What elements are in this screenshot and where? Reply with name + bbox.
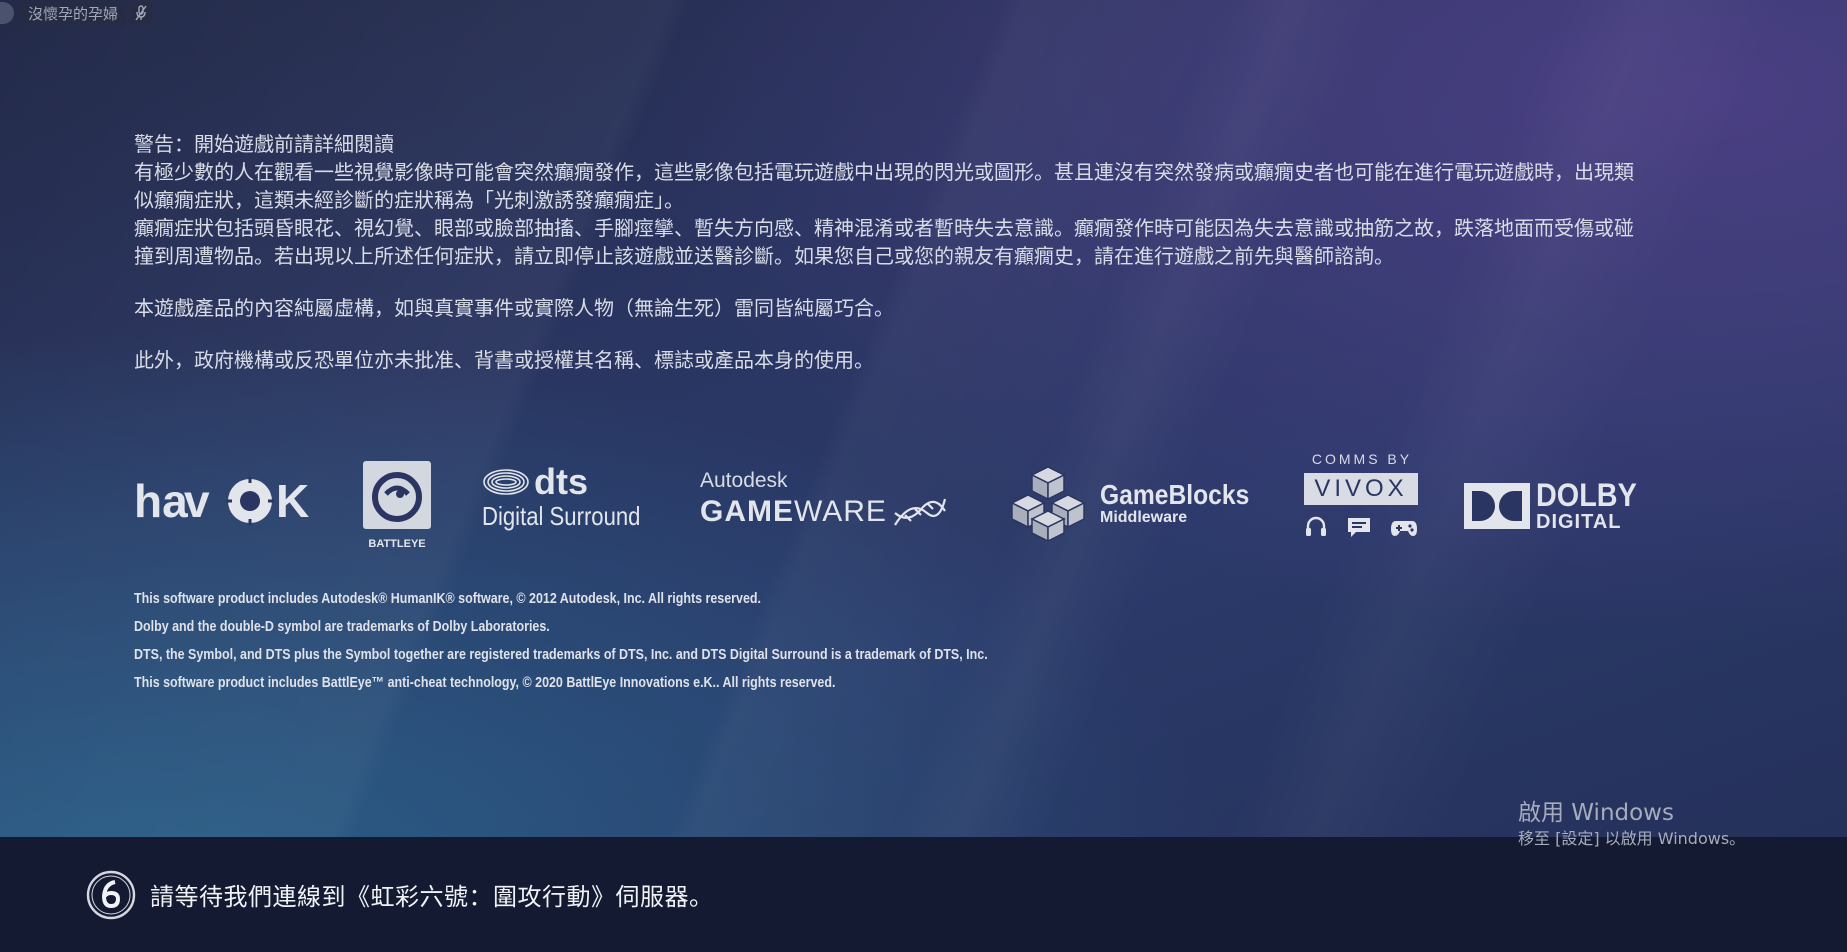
dts-subtitle: Digital Surround bbox=[482, 501, 641, 531]
gameblocks-wordmark: GameBlocks bbox=[1100, 479, 1250, 510]
gameware-wordmark-a: GAME bbox=[700, 495, 794, 528]
voice-overlay: 沒懷孕的孕婦 bbox=[0, 0, 153, 26]
windows-activation-watermark: 啟用 Windows 移至 [設定] 以啟用 Windows。 bbox=[1518, 798, 1745, 850]
headset-icon bbox=[1306, 516, 1326, 536]
warning-paragraph-4: 此外，政府機構或反恐單位亦未批准、背書或授權其名稱、標誌或產品本身的使用。 bbox=[134, 348, 874, 372]
windows-activation-title: 啟用 Windows bbox=[1518, 800, 1674, 826]
vivox-wordmark: VIVOX bbox=[1304, 473, 1418, 505]
connection-message: 請等待我們連線到《虹彩六號：圍攻行動》伺服器。 bbox=[150, 883, 714, 911]
avatar bbox=[0, 2, 14, 24]
gameblocks-subtitle: Middleware bbox=[1100, 509, 1188, 526]
rainbow-six-logo-icon bbox=[86, 870, 136, 919]
legal-line-battleye: This software product includes BattlEye™… bbox=[134, 675, 836, 691]
voice-username: 沒懷孕的孕婦 bbox=[20, 0, 127, 26]
dolby-digital-logo: DOLBY DIGITAL bbox=[1464, 479, 1664, 539]
warning-title: 警告：開始遊戲前請詳細閱讀 bbox=[134, 132, 394, 156]
microphone-muted-icon[interactable] bbox=[130, 2, 153, 24]
gameblocks-logo: GameBlocks Middleware bbox=[1010, 465, 1270, 545]
autodesk-gameware-logo: Autodesk GAME WARE bbox=[700, 469, 970, 549]
dts-symbol-icon bbox=[483, 469, 529, 495]
legal-line-autodesk: This software product includes Autodesk®… bbox=[134, 591, 761, 607]
svg-text:v: v bbox=[184, 475, 210, 527]
warning-paragraph-2: 癲癇症狀包括頭昏眼花、視幻覺、眼部或臉部抽搐、手腳痙攣、暫失方向感、精神混淆或者… bbox=[134, 216, 1634, 268]
battleye-label: BATTLEYE bbox=[368, 538, 426, 550]
legal-line-dolby: Dolby and the double-D symbol are tradem… bbox=[134, 619, 550, 635]
warning-paragraph-3: 本遊戲產品的內容純屬虛構，如與真實事件或實際人物（無論生死）雷同皆純屬巧合。 bbox=[134, 296, 894, 320]
gamepad-icon bbox=[1391, 521, 1417, 536]
gameware-wordmark-b: WARE bbox=[794, 495, 887, 528]
battleye-logo: BATTLEYE bbox=[362, 460, 432, 552]
havok-logo: ha v K bbox=[134, 473, 314, 533]
dts-wordmark: dts bbox=[534, 461, 588, 502]
windows-activation-subtitle: 移至 [設定] 以啟用 Windows。 bbox=[1518, 829, 1746, 848]
dolby-double-d-icon bbox=[1464, 483, 1530, 529]
cubes-icon bbox=[1010, 466, 1086, 541]
connection-status-bar: 請等待我們連線到《虹彩六號：圍攻行動》伺服器。 bbox=[0, 837, 1847, 952]
autodesk-wordmark: Autodesk bbox=[700, 469, 788, 492]
havok-wordmark: ha bbox=[134, 475, 188, 527]
legal-notices: This software product includes Autodesk®… bbox=[134, 585, 988, 697]
dna-helix-icon bbox=[893, 498, 946, 526]
svg-text:K: K bbox=[276, 475, 309, 527]
dts-logo: dts Digital Surround bbox=[482, 461, 662, 545]
health-warning: 警告：開始遊戲前請詳細閱讀 有極少數的人在觀看一些視覺影像時可能會突然癲癇發作，… bbox=[134, 130, 1634, 374]
legal-line-dts: DTS, the Symbol, and DTS plus the Symbol… bbox=[134, 647, 988, 663]
warning-paragraph-1: 有極少數的人在觀看一些視覺影像時可能會突然癲癇發作，這些影像包括電玩遊戲中出現的… bbox=[134, 160, 1634, 212]
vivox-logo: COMMS BY VIVOX bbox=[1304, 451, 1424, 551]
dolby-subtitle: DIGITAL bbox=[1536, 511, 1622, 533]
vivox-comms-by: COMMS BY bbox=[1311, 451, 1413, 467]
dolby-wordmark: DOLBY bbox=[1536, 477, 1637, 513]
chat-icon bbox=[1348, 518, 1370, 537]
